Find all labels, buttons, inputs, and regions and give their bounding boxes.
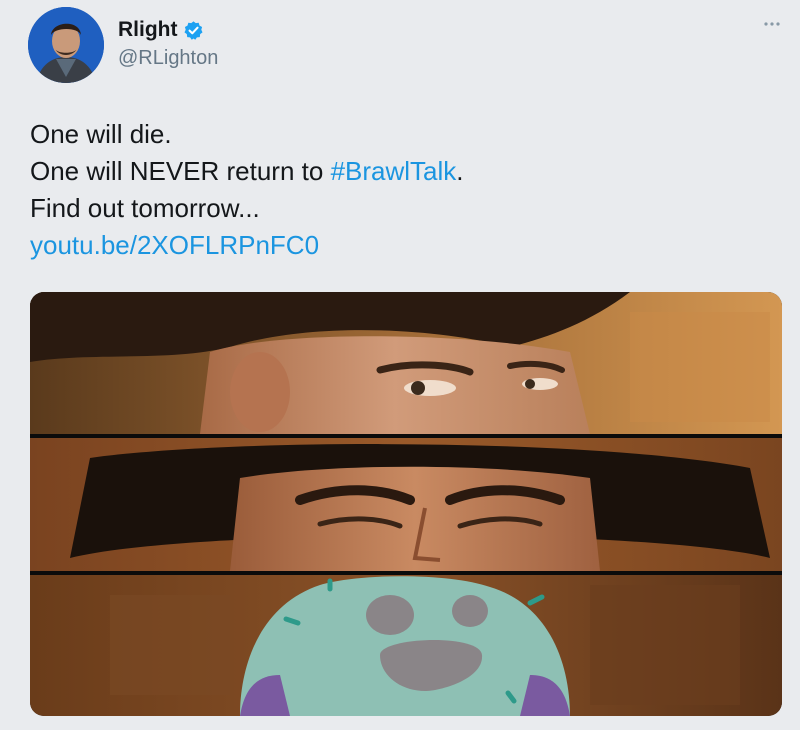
- tweet-media[interactable]: [30, 292, 782, 716]
- tweet-text: One will die. One will NEVER return to #…: [30, 116, 464, 264]
- media-panel-cowboy-eyes-squint: [30, 438, 782, 571]
- more-icon[interactable]: [762, 18, 782, 30]
- author-display-name[interactable]: Rlight: [118, 18, 177, 42]
- hashtag-link[interactable]: #BrawlTalk: [331, 156, 457, 186]
- tweet-line-2-text: One will NEVER return to: [30, 156, 331, 186]
- media-panel-cactus-plush: [30, 575, 782, 716]
- avatar-photo-icon: [28, 7, 104, 83]
- author-name-row: Rlight: [118, 18, 204, 42]
- verified-badge-icon: [184, 20, 203, 40]
- tweet-line-2-suffix: .: [456, 156, 464, 186]
- author-handle[interactable]: @RLighton: [118, 47, 218, 70]
- tweet-card: Rlight @RLighton One will die. One will …: [0, 0, 800, 730]
- tweet-line-2: One will NEVER return to #BrawlTalk.: [30, 153, 464, 190]
- media-panel-cowboy-eyes-left: [30, 292, 782, 434]
- video-link[interactable]: youtu.be/2XOFLRPnFC0: [30, 227, 464, 264]
- avatar[interactable]: [28, 7, 104, 83]
- tweet-line-3: Find out tomorrow...: [30, 193, 260, 223]
- tweet-line-1: One will die.: [30, 119, 172, 149]
